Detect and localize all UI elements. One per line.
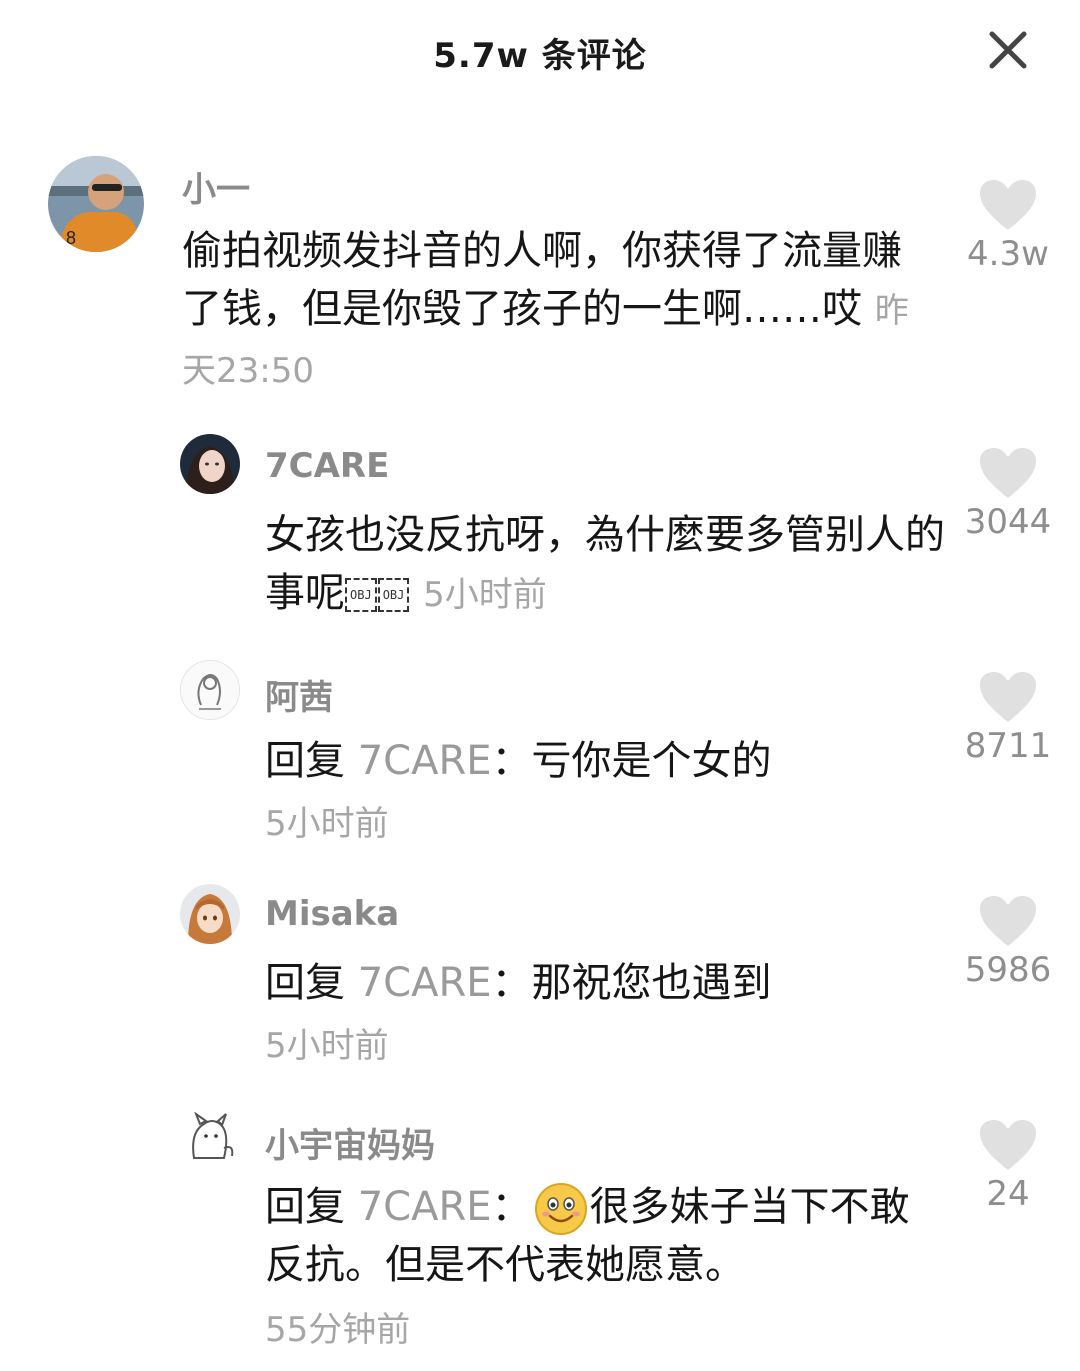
- like-count: 5986: [964, 950, 1052, 990]
- like-count: 3044: [964, 502, 1052, 542]
- heart-icon: [980, 896, 1036, 946]
- avatar[interactable]: [180, 884, 240, 944]
- comment-text: 回复 7CARE：亏你是个女的: [265, 732, 955, 790]
- heart-icon: [980, 672, 1036, 722]
- heart-icon: [980, 448, 1036, 498]
- reply-prefix: 回复: [265, 1184, 345, 1230]
- comment-body: ：那祝您也遇到: [491, 960, 772, 1006]
- comment-body: ：亏你是个女的: [491, 738, 772, 784]
- comment-username[interactable]: 阿茜: [265, 670, 333, 719]
- like-button[interactable]: 3044: [953, 446, 1063, 542]
- obj-placeholder: OBJ: [377, 578, 410, 612]
- reply-item: 小宇宙妈妈 回复 7CARE： 很多妹子当下不敢反抗。但是不代表她愿意。 55分…: [0, 1104, 1080, 1364]
- obj-placeholder: OBJ: [345, 578, 377, 612]
- avatar[interactable]: [180, 1108, 240, 1168]
- like-button[interactable]: 4.3w: [953, 178, 1063, 274]
- reply-item: Misaka 回复 7CARE：那祝您也遇到 5小时前 5986: [0, 880, 1080, 1080]
- comment-time: 5小时前: [265, 804, 389, 844]
- avatar[interactable]: 8: [48, 156, 144, 252]
- comment-text: 女孩也没反抗呀，為什麼要多管别人的事呢 OBJ OBJ 5小时前: [265, 506, 955, 624]
- comment-text: 回复 7CARE： 很多妹子当下不敢反抗。但是不代表她愿意。: [265, 1178, 945, 1294]
- reply-colon: ：: [491, 1184, 532, 1230]
- comment-username[interactable]: 小一: [182, 162, 250, 211]
- comment-time: 5小时前: [423, 575, 547, 615]
- smile-emoji-icon: [534, 1183, 587, 1235]
- close-icon: [989, 31, 1027, 69]
- reply-item: 7CARE 女孩也没反抗呀，為什麼要多管别人的事呢 OBJ OBJ 5小时前 304…: [0, 430, 1080, 630]
- reply-item: 阿茜 回复 7CARE：亏你是个女的 5小时前 8711: [0, 656, 1080, 856]
- reply-prefix: 回复: [265, 960, 345, 1006]
- comment-time: 5小时前: [265, 1026, 389, 1066]
- like-count: 4.3w: [967, 234, 1049, 274]
- comment-count-title: 5.7w 条评论: [433, 36, 647, 76]
- heart-icon: [980, 180, 1036, 230]
- svg-text:8: 8: [66, 228, 76, 248]
- comment-username[interactable]: 小宇宙妈妈: [265, 1118, 435, 1167]
- comments-header: 5.7w 条评论: [0, 0, 1080, 100]
- close-button[interactable]: [984, 26, 1032, 74]
- comment-time: 55分钟前: [265, 1310, 411, 1350]
- reply-prefix: 回复: [265, 738, 345, 784]
- avatar[interactable]: [180, 660, 240, 720]
- heart-icon: [980, 1120, 1036, 1170]
- reply-target-link[interactable]: 7CARE: [358, 960, 492, 1006]
- comment-text: 偷拍视频发抖音的人啊，你获得了流量赚了钱，但是你毁了孩子的一生啊……哎 昨天23…: [182, 222, 922, 400]
- like-button[interactable]: 8711: [953, 670, 1063, 766]
- reply-target-link[interactable]: 7CARE: [358, 738, 492, 784]
- comment-username[interactable]: 7CARE: [265, 446, 389, 486]
- like-count: 24: [986, 1174, 1030, 1214]
- like-count: 8711: [964, 726, 1052, 766]
- comment-username[interactable]: Misaka: [265, 894, 399, 934]
- avatar[interactable]: [180, 434, 240, 494]
- reply-target-link[interactable]: 7CARE: [358, 1184, 492, 1230]
- comment-item: 8 小一 偷拍视频发抖音的人啊，你获得了流量赚了钱，但是你毁了孩子的一生啊……哎…: [0, 150, 1080, 410]
- comment-text: 回复 7CARE：那祝您也遇到: [265, 954, 955, 1012]
- like-button[interactable]: 5986: [953, 894, 1063, 990]
- comment-body: 偷拍视频发抖音的人啊，你获得了流量赚了钱，但是你毁了孩子的一生啊……哎: [182, 228, 902, 332]
- like-button[interactable]: 24: [953, 1118, 1063, 1214]
